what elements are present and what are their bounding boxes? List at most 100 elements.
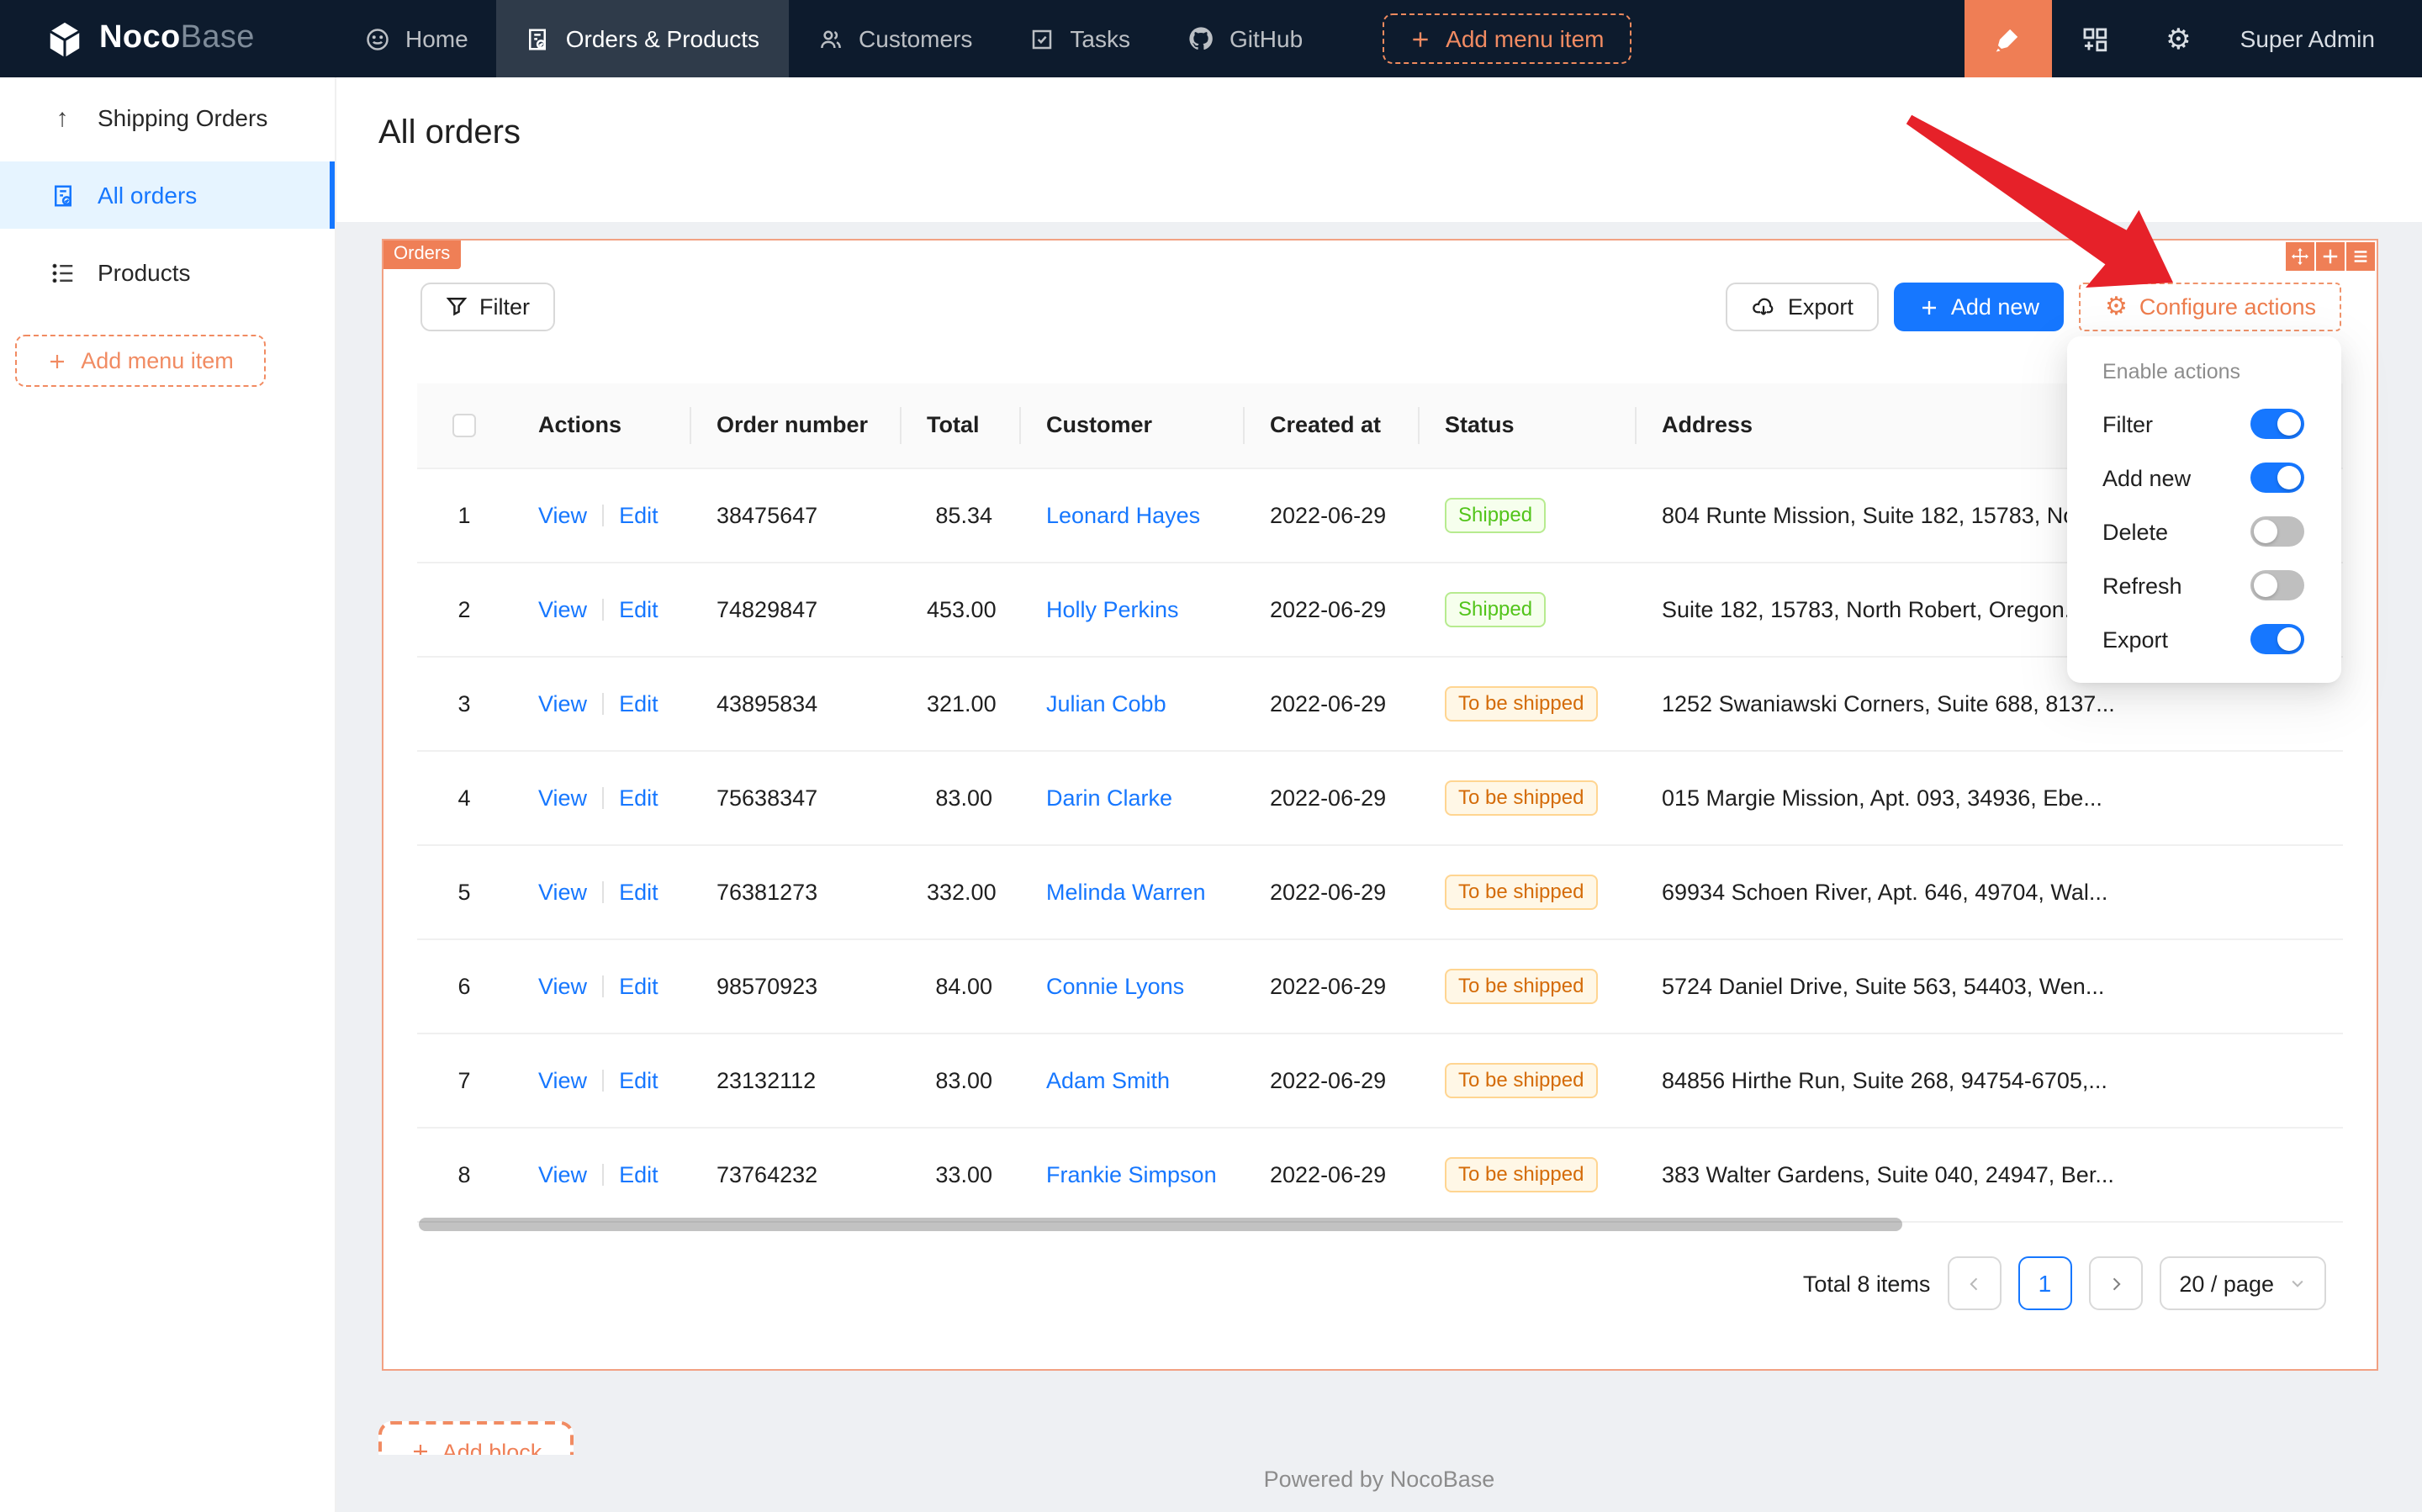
customer-link[interactable]: Darin Clarke [1046,785,1172,810]
add-new-button[interactable]: Add new [1894,283,2065,331]
sidebar-item-label: All orders [98,182,197,209]
total-cell: 321.00 [900,656,1019,750]
filter-label: Filter [479,294,530,320]
nav-item-customers[interactable]: Customers [788,0,1001,77]
select-all-checkbox[interactable] [452,415,476,438]
toggle-switch[interactable] [2250,570,2304,600]
toggle-switch[interactable] [2250,624,2304,654]
row-index-cell[interactable]: 5 [417,844,511,938]
customer-cell: Melinda Warren [1019,844,1243,938]
customer-link[interactable]: Connie Lyons [1046,973,1184,998]
sidebar-item-shipping-orders[interactable]: ↑ Shipping Orders [0,84,335,151]
sidebar-add-menu-item-button[interactable]: Add menu item [15,335,266,387]
row-index-cell[interactable]: 6 [417,938,511,1033]
customer-link[interactable]: Holly Perkins [1046,596,1179,621]
row-index-cell[interactable]: 1 [417,468,511,562]
nav-item-github[interactable]: GitHub [1159,0,1331,77]
status-badge: To be shipped [1445,780,1597,815]
nav-item-home[interactable]: Home [336,0,497,77]
edit-link[interactable]: Edit [619,1161,658,1187]
sidebar-item-products[interactable]: Products [0,239,335,306]
page-size-select[interactable]: 20 / page [2159,1256,2326,1310]
settings-gear-icon[interactable]: ⚙ [2166,24,2192,53]
view-link[interactable]: View [538,690,587,716]
nav-item-orders-products[interactable]: Orders & Products [497,0,788,77]
export-button[interactable]: Export [1726,283,1879,331]
pagination-next-button[interactable] [2088,1256,2142,1310]
powered-by-footer: Powered by NocoBase [336,1467,2422,1492]
pagination-prev-button[interactable] [1947,1256,2001,1310]
block-menu-icon[interactable] [2346,242,2375,271]
status-cell: To be shipped [1418,656,1635,750]
select-all-header [417,383,511,468]
navbar-add-menu-item-button[interactable]: Add menu item [1382,13,1631,64]
edit-link[interactable]: Edit [619,879,658,904]
enable-action-label: Add new [2102,465,2191,490]
view-link[interactable]: View [538,879,587,904]
row-index-cell[interactable]: 3 [417,656,511,750]
row-index-cell[interactable]: 4 [417,750,511,844]
toggle-switch[interactable] [2250,516,2304,547]
sidebar-item-label: Shipping Orders [98,104,267,131]
created-at-cell: 2022-06-29 [1243,1033,1418,1127]
nav-item-label: Customers [859,25,972,52]
drag-handle-icon[interactable] [2286,242,2314,271]
customer-link[interactable]: Frankie Simpson [1046,1161,1217,1187]
toggle-switch[interactable] [2250,409,2304,439]
edit-link[interactable]: Edit [619,973,658,998]
status-cell: To be shipped [1418,1033,1635,1127]
block-tag-orders: Orders [383,241,460,269]
link-divider [602,880,604,902]
total-cell: 84.00 [900,938,1019,1033]
row-index-cell[interactable]: 2 [417,562,511,656]
customer-cell: Julian Cobb [1019,656,1243,750]
link-divider [602,692,604,714]
row-actions-cell: View Edit [511,562,690,656]
nav-item-tasks[interactable]: Tasks [1001,0,1159,77]
customer-link[interactable]: Leonard Hayes [1046,502,1200,527]
customer-cell: Leonard Hayes [1019,468,1243,562]
edit-link[interactable]: Edit [619,785,658,810]
customer-cell: Darin Clarke [1019,750,1243,844]
link-divider [602,786,604,808]
toolbar-right: Export Add new ⚙ Configure actions [1726,283,2341,331]
edit-link[interactable]: Edit [619,596,658,621]
highlighter-icon [1993,24,2022,53]
row-index-cell[interactable]: 7 [417,1033,511,1127]
view-link[interactable]: View [538,502,587,527]
add-new-label: Add new [1951,294,2039,320]
add-block-button[interactable]: Add block [378,1421,574,1455]
user-menu[interactable]: Super Admin [2240,25,2375,52]
dropdown-title: Enable actions [2067,346,2341,397]
customer-link[interactable]: Adam Smith [1046,1067,1170,1092]
status-badge: To be shipped [1445,1156,1597,1192]
view-link[interactable]: View [538,596,587,621]
column-header-order-number: Order number [690,383,900,468]
sidebar-item-all-orders[interactable]: All orders [0,161,335,229]
nocobase-logo[interactable]: NocoBase [0,19,336,58]
configure-actions-button[interactable]: ⚙ Configure actions [2080,283,2341,331]
status-badge: To be shipped [1445,874,1597,909]
customer-link[interactable]: Melinda Warren [1046,879,1206,904]
edit-link[interactable]: Edit [619,502,658,527]
row-index-cell[interactable]: 8 [417,1127,511,1221]
view-link[interactable]: View [538,1067,587,1092]
toggle-knob [2277,412,2301,436]
view-link[interactable]: View [538,973,587,998]
customer-link[interactable]: Julian Cobb [1046,690,1166,716]
ui-editor-button[interactable] [1964,0,2051,77]
sidebar-add-menu-label: Add menu item [81,348,234,373]
created-at-cell: 2022-06-29 [1243,468,1418,562]
view-link[interactable]: View [538,785,587,810]
edit-link[interactable]: Edit [619,1067,658,1092]
pagination-page-1[interactable]: 1 [2017,1256,2071,1310]
horizontal-scrollbar-thumb[interactable] [419,1218,1902,1231]
filter-button[interactable]: Filter [420,283,555,331]
order-number-cell: 23132112 [690,1033,900,1127]
link-divider [602,1163,604,1185]
edit-link[interactable]: Edit [619,690,658,716]
block-add-icon[interactable] [2316,242,2345,271]
plugin-manager-icon[interactable] [2080,24,2108,53]
view-link[interactable]: View [538,1161,587,1187]
toggle-switch[interactable] [2250,463,2304,493]
